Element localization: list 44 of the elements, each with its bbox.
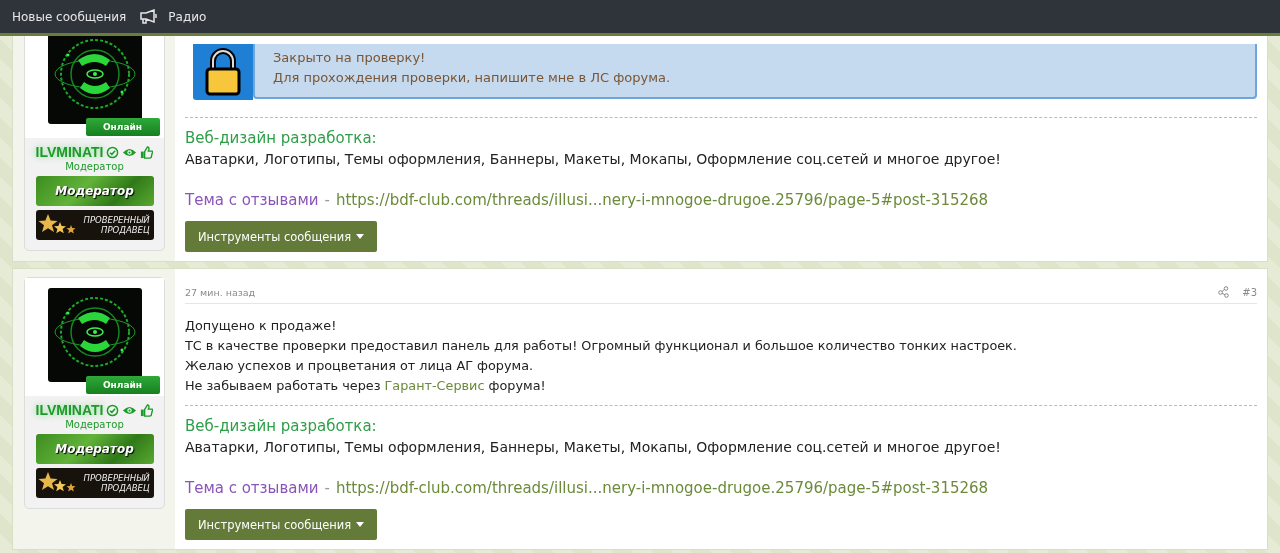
post-text: Допущено к продаже! <box>185 317 338 335</box>
post-text: Не забываем работать через Гарант-Сервис форума! <box>185 377 547 395</box>
review-link[interactable]: https://bdf-club.com/threads/illusi...nery-i-mnogoe-drugoe.25796/page-5#post-315268 <box>335 479 989 497</box>
padlock-icon <box>204 48 242 96</box>
check-circle-icon <box>106 403 120 417</box>
username[interactable]: ILVMINATI <box>35 144 104 160</box>
thumbs-up-icon <box>140 403 154 417</box>
notice-text: Для прохождения проверки, напишите мне в ЛС форума. <box>273 70 672 85</box>
eye-icon <box>122 404 138 416</box>
guarantee-service-link[interactable]: Гарант-Сервис <box>384 378 485 393</box>
post-number[interactable]: #3 <box>1242 286 1257 298</box>
signature-text: Аватарки, Логотипы, Темы оформления, Баннеры, Макеты, Мокапы, Оформление соц.сетей и многое другое! <box>185 439 1002 455</box>
moderator-banner: Модератор <box>35 176 154 206</box>
user-title: Модератор <box>65 161 124 172</box>
seller-label: ПРОВЕРЕННЫЙ ПРОДАВЕЦ <box>83 472 150 494</box>
post-tools-button[interactable]: Инструменты сообщения <box>185 509 378 540</box>
notice-text: Закрыто на проверку! <box>273 50 427 65</box>
moderator-banner: Модератор <box>35 434 154 464</box>
seller-label: ПРОВЕРЕННЫЙ ПРОДАВЕЦ <box>83 214 150 236</box>
review-label: Тема с отзывами <box>185 191 319 209</box>
share-icon[interactable] <box>1218 286 1231 298</box>
caret-icon <box>356 522 365 527</box>
online-badge: Онлайн <box>85 118 160 136</box>
nav-link[interactable]: Новые сообщения <box>12 9 127 24</box>
username[interactable]: ILVMINATI <box>35 402 104 418</box>
thumbs-up-icon <box>140 145 154 159</box>
signature-title: Веб-дизайн разработка: <box>185 129 378 147</box>
post-text: ТС в качестве проверки предоставил панель для работы! Огромный функционал и большое количество тонких настроек. <box>185 337 1018 355</box>
separator-dash: - <box>324 479 330 497</box>
post-text: Желаю успехов и процветания от лица АГ форума. <box>185 357 535 375</box>
online-badge: Онлайн <box>85 376 160 394</box>
review-label: Тема с отзывами <box>185 479 319 497</box>
post-time[interactable]: 27 мин. назад <box>185 286 256 298</box>
signature-text: Аватарки, Логотипы, Темы оформления, Баннеры, Макеты, Мокапы, Оформление соц.сетей и многое другое! <box>185 151 1002 167</box>
signature-title: Веб-дизайн разработка: <box>185 417 378 435</box>
caret-icon <box>356 234 365 239</box>
review-link[interactable]: https://bdf-club.com/threads/illusi...nery-i-mnogoe-drugoe.25796/page-5#post-315268 <box>335 191 989 209</box>
separator-dash: - <box>324 191 330 209</box>
user-title: Модератор <box>65 419 124 430</box>
post-tools-button[interactable]: Инструменты сообщения <box>185 221 378 252</box>
megaphone-icon <box>140 9 159 24</box>
nav-link[interactable]: Радио <box>140 9 207 24</box>
eye-icon <box>122 146 138 158</box>
check-circle-icon <box>106 145 120 159</box>
